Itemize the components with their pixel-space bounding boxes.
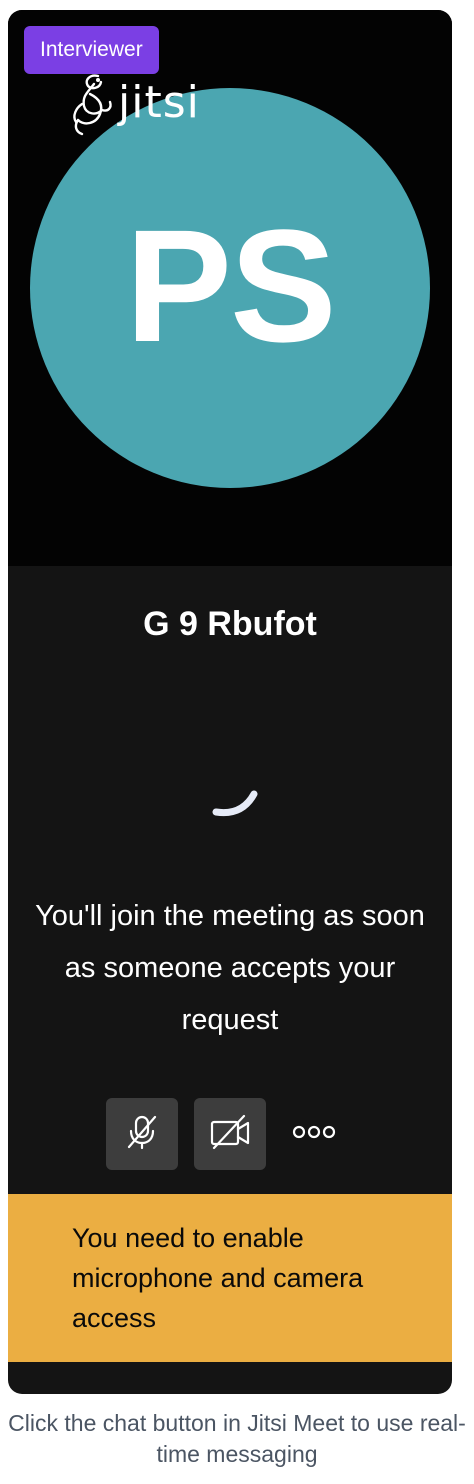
jitsi-logo: jitsi <box>68 70 228 140</box>
camera-toggle-button[interactable] <box>194 1098 266 1170</box>
loading-spinner-icon <box>202 770 266 834</box>
microphone-muted-icon <box>122 1112 162 1157</box>
jitsi-logo-icon <box>68 70 116 141</box>
microphone-toggle-button[interactable] <box>106 1098 178 1170</box>
more-options-button[interactable] <box>282 1098 346 1170</box>
permissions-warning: You need to enable microphone and camera… <box>8 1194 452 1362</box>
jitsi-logo-text: jitsi <box>118 77 200 128</box>
meeting-title: G 9 Rbufot <box>143 605 317 643</box>
camera-off-icon <box>208 1112 252 1157</box>
video-area: PS jitsi Interviewer <box>8 10 452 566</box>
media-controls <box>106 1098 346 1170</box>
avatar-initials: PS <box>125 196 336 375</box>
meeting-frame: PS jitsi Interviewer G 9 Rbufot You'll j… <box>8 10 452 1394</box>
avatar: PS <box>30 88 430 488</box>
chat-hint-text: Click the chat button in Jitsi Meet to u… <box>8 1410 466 1467</box>
more-options-icon <box>292 1124 336 1145</box>
role-badge: Interviewer <box>24 26 159 74</box>
lobby-wait-message: You'll join the meeting as soon as someo… <box>35 900 425 1036</box>
